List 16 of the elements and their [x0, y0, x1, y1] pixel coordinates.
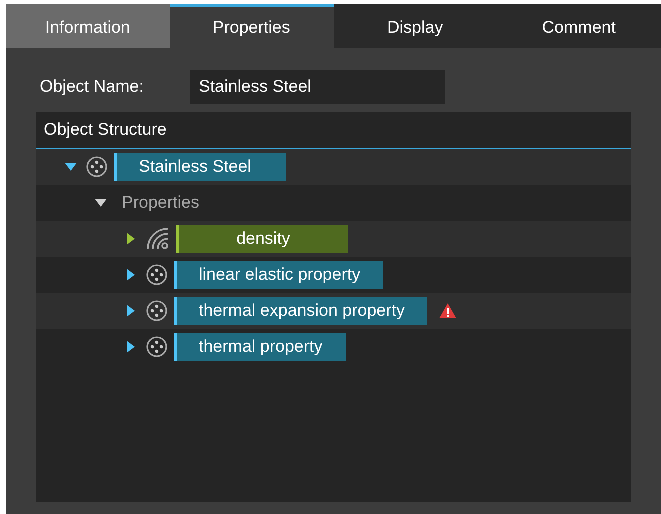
node-label[interactable]: linear elastic property [174, 261, 383, 289]
group-label[interactable]: Properties [122, 190, 200, 216]
field-label: Object Name: [40, 76, 145, 98]
signal-icon [146, 227, 170, 251]
node-icon [146, 300, 168, 322]
node-label[interactable]: thermal expansion property [174, 297, 428, 325]
tab[interactable]: Comment [497, 4, 661, 48]
node-label[interactable]: density [176, 225, 348, 253]
object-name-field[interactable]: Stainless Steel [190, 70, 445, 104]
node-icon [146, 336, 168, 358]
node-label[interactable]: Stainless Steel [114, 153, 286, 181]
node-label[interactable]: thermal property [174, 333, 346, 361]
node-icon [86, 156, 108, 178]
tab[interactable]: Display [334, 4, 498, 48]
tab[interactable]: Information [6, 4, 170, 48]
node-icon [146, 264, 168, 286]
